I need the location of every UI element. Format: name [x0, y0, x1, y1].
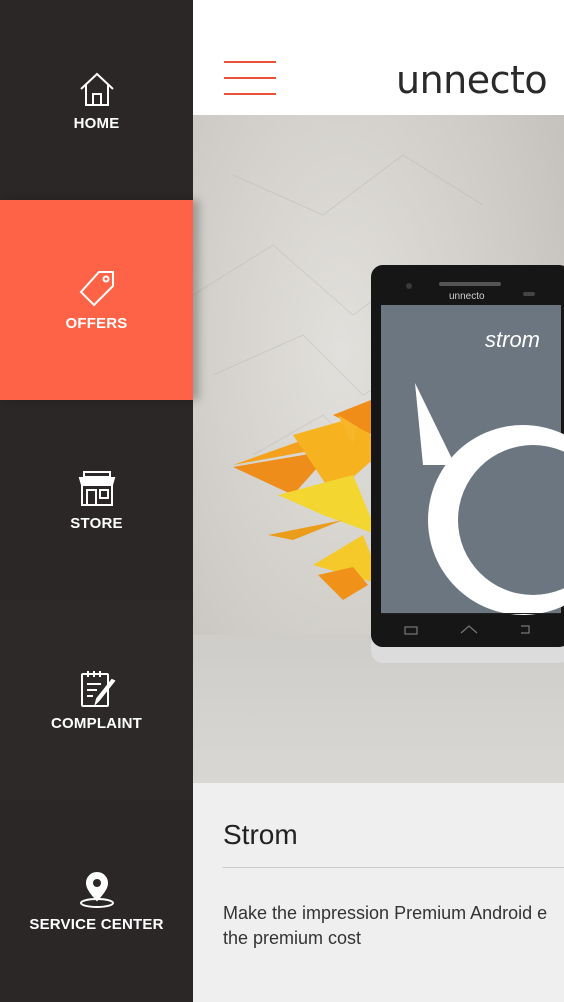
sidebar: HOME OFFERS STORE COMPLAINT SERVICE CENT… — [0, 0, 193, 1002]
complaint-icon — [77, 669, 117, 709]
location-pin-icon — [77, 870, 117, 910]
menu-bar-icon — [224, 61, 276, 63]
sidebar-item-offers[interactable]: OFFERS — [0, 200, 193, 400]
product-description-line: the premium cost — [223, 928, 362, 948]
sidebar-item-service-center[interactable]: SERVICE CENTER — [0, 800, 193, 1002]
sidebar-item-label: COMPLAINT — [51, 714, 142, 732]
svg-text:unnecto: unnecto — [449, 291, 485, 302]
product-description-line: Make the impression Premium Android e — [223, 903, 548, 923]
home-icon — [77, 69, 117, 109]
menu-button[interactable] — [224, 61, 276, 97]
brand-logo: unnecto — [396, 58, 548, 102]
main-panel: unnecto unnecto strom Strom Make the imp… — [193, 0, 564, 1002]
sidebar-item-home[interactable]: HOME — [0, 0, 193, 200]
hero-illustration: unnecto strom — [193, 154, 564, 663]
divider — [223, 867, 564, 868]
orange-burst-shape — [233, 400, 383, 600]
sidebar-item-label: HOME — [73, 114, 120, 132]
product-description: Make the impression Premium Android e th… — [223, 901, 564, 951]
sidebar-item-complaint[interactable]: COMPLAINT — [0, 600, 193, 800]
sidebar-item-label: OFFERS — [65, 314, 128, 332]
tag-icon — [77, 269, 117, 309]
sidebar-item-store[interactable]: STORE — [0, 400, 193, 600]
sidebar-item-label: STORE — [70, 514, 123, 532]
store-icon — [77, 469, 117, 509]
svg-text:strom: strom — [485, 327, 540, 352]
menu-bar-icon — [224, 93, 276, 95]
app-header: unnecto — [193, 0, 564, 115]
product-info: Strom Make the impression Premium Androi… — [193, 783, 564, 1002]
product-title: Strom — [223, 819, 298, 850]
hero-banner[interactable]: unnecto strom — [193, 115, 564, 783]
menu-bar-icon — [224, 77, 276, 79]
sidebar-item-label: SERVICE CENTER — [29, 915, 164, 933]
phone-illustration: unnecto strom — [371, 265, 564, 663]
